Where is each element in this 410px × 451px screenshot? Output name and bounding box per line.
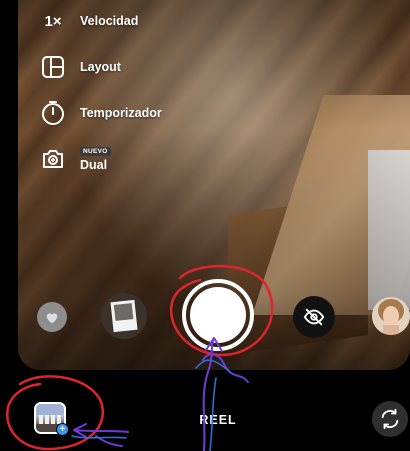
ink-arrow-gallery-2	[71, 435, 127, 439]
ink-arrow-shutter-2	[195, 359, 231, 451]
face-effect-button[interactable]	[372, 297, 410, 335]
photo-effect-thumbnail	[101, 293, 147, 339]
heart-effect-icon	[46, 312, 58, 323]
layout-option[interactable]: Layout	[38, 52, 121, 82]
timer-label: Temporizador	[80, 106, 162, 120]
photo-effect-button[interactable]	[101, 293, 147, 339]
flip-camera-icon	[381, 408, 399, 430]
dual-label: Dual	[80, 157, 108, 172]
ink-arrow-gallery	[73, 423, 129, 447]
camera-screen: 1× Velocidad Layout Temporizador NUEVO D…	[0, 0, 410, 451]
dual-camera-icon	[38, 144, 68, 174]
new-badge: NUEVO	[80, 146, 111, 156]
speed-option[interactable]: 1× Velocidad	[38, 6, 138, 36]
speed-icon: 1×	[38, 6, 68, 36]
speed-label: Velocidad	[80, 14, 139, 28]
layout-label: Layout	[80, 60, 121, 74]
mode-reel[interactable]: REEL	[0, 413, 410, 427]
eye-off-icon	[303, 308, 325, 326]
speed-value: 1×	[44, 12, 62, 30]
heart-effect-button[interactable]	[37, 302, 67, 332]
dual-option[interactable]: NUEVO Dual	[38, 144, 111, 174]
layout-icon	[38, 52, 68, 82]
face-effect-thumbnail	[372, 297, 410, 335]
record-button[interactable]	[190, 287, 246, 343]
timer-icon	[38, 98, 68, 128]
hide-effects-button[interactable]	[293, 296, 335, 338]
timer-option[interactable]: Temporizador	[38, 98, 162, 128]
flip-camera-button[interactable]	[372, 401, 408, 437]
